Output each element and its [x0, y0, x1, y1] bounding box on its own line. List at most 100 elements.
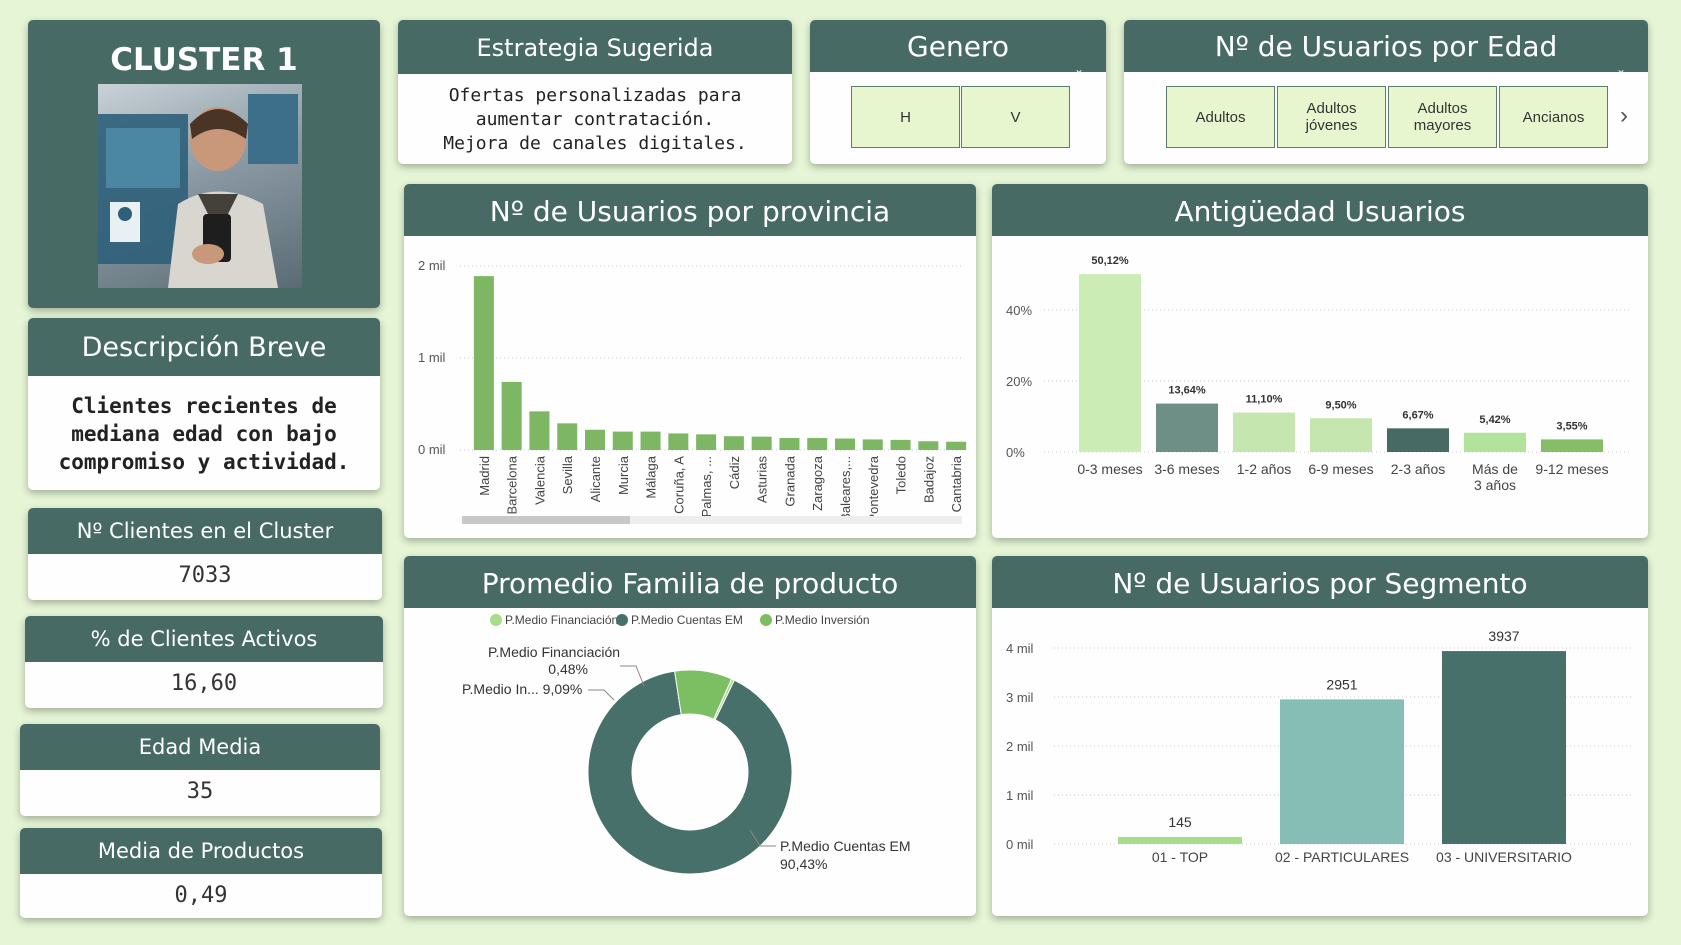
data-label: 13,64%	[1168, 385, 1206, 397]
description-title: Descripción Breve	[28, 318, 380, 376]
familia-producto-card: Promedio Familia de producto P.Medio Fin…	[404, 556, 976, 916]
bar	[585, 429, 605, 450]
bar	[918, 441, 939, 450]
provincia-chart-card: Nº de Usuarios por provincia 2 mil 1 mil 0…	[404, 184, 976, 538]
legend-label: P.Medio Financiación	[505, 613, 618, 627]
y-tick-label: 0%	[1006, 445, 1025, 460]
bar	[640, 431, 661, 450]
kpi-clientes-activos: % de Clientes Activos 16,60	[25, 616, 383, 708]
genero-option-h[interactable]: H	[851, 86, 960, 148]
legend-marker	[490, 614, 502, 626]
x-tick-label: Málaga	[644, 455, 659, 498]
bar	[557, 423, 578, 450]
kpi-label: % de Clientes Activos	[25, 616, 383, 662]
description-line: Clientes recientes de	[71, 394, 337, 418]
x-tick-label: Baleares,...	[838, 456, 853, 522]
bar	[1233, 412, 1295, 452]
bar	[890, 439, 911, 450]
x-tick-label: 2-3 años	[1391, 461, 1445, 477]
y-tick-label: 2 mil	[1006, 739, 1034, 754]
edad-slicer: Nº de Usuarios por Edad ⌄ Adultos Adulto…	[1124, 20, 1648, 164]
description-text: Clientes recientes de mediana edad con b…	[28, 392, 380, 476]
x-tick-label: Asturias	[755, 456, 770, 503]
kpi-value: 7033	[178, 563, 232, 588]
kpi-label: Media de Productos	[20, 828, 382, 874]
cluster-card: CLUSTER 1	[28, 20, 380, 308]
bar	[1387, 428, 1449, 452]
bar	[723, 436, 744, 450]
bar	[473, 276, 494, 450]
data-label: 11,10%	[1246, 394, 1283, 406]
bar	[1464, 432, 1526, 452]
bar	[807, 438, 828, 450]
bar	[696, 434, 717, 450]
segmento-bar-chart: 4 mil 3 mil 2 mil 1 mil 0 mil 145 01 - TOP 2951…	[1006, 628, 1634, 865]
horizontal-scrollbar[interactable]	[462, 516, 962, 524]
edad-option-adultos-mayores[interactable]: Adultos mayores	[1388, 86, 1497, 148]
y-tick-label: 3 mil	[1006, 690, 1034, 705]
y-tick-label: 2 mil	[418, 258, 446, 273]
person-with-phone-icon	[98, 94, 298, 288]
x-tick-label: 9-12 meses	[1535, 461, 1608, 477]
bar	[1118, 836, 1242, 844]
strategy-card: Estrategia Sugerida Ofertas personalizad…	[398, 20, 792, 164]
strategy-line: Ofertas personalizadas para	[448, 85, 742, 106]
data-label: 2951	[1326, 676, 1357, 692]
x-tick-label: Palmas, ...	[699, 456, 714, 517]
kpi-value: 16,60	[170, 671, 238, 696]
data-label: 3937	[1488, 628, 1519, 644]
scrollbar-thumb[interactable]	[462, 516, 630, 524]
legend-marker	[616, 614, 628, 626]
chevron-down-icon[interactable]: ⌄	[1074, 62, 1084, 76]
edad-option-adultos[interactable]: Adultos	[1166, 86, 1275, 148]
edad-option-ancianos[interactable]: Ancianos	[1499, 86, 1608, 148]
strategy-text: Ofertas personalizadas para aumentar con…	[398, 84, 792, 156]
bar	[1442, 651, 1566, 844]
edad-slicer-title: Nº de Usuarios por Edad	[1124, 20, 1648, 72]
kpi-label: Nº Clientes en el Cluster	[28, 508, 382, 554]
x-tick-label: 3-6 meses	[1154, 461, 1219, 477]
antiguedad-bar-chart: 40% 20% 0% 50,12% 0-3 meses 13,64% 3-6 meses 11…	[1006, 255, 1632, 493]
x-tick-label: Pontevedra	[866, 455, 881, 522]
kpi-media-productos: Media de Productos 0,49	[20, 828, 382, 918]
bar	[501, 381, 522, 450]
edad-option-adultos-jovenes[interactable]: Adultos jóvenes	[1277, 86, 1386, 148]
description-line: mediana edad con bajo	[71, 422, 337, 446]
legend-label: P.Medio Inversión	[775, 613, 870, 627]
provincia-chart-title: Nº de Usuarios por provincia	[404, 184, 976, 236]
segmento-chart-title: Nº de Usuarios por Segmento	[992, 556, 1648, 608]
x-tick-label: Murcia	[616, 455, 631, 495]
bar	[1079, 274, 1141, 452]
bar	[835, 438, 855, 450]
kpi-value: 35	[186, 779, 214, 804]
x-tick-label: 1-2 años	[1237, 461, 1291, 477]
description-card: Descripción Breve Clientes recientes de …	[28, 318, 380, 490]
genero-option-v[interactable]: V	[961, 86, 1070, 148]
familia-producto-donut-chart: P.Medio Financiación P.Medio Cuentas EM P.…	[462, 613, 910, 875]
bar	[1310, 418, 1372, 452]
strategy-title: Estrategia Sugerida	[398, 20, 792, 74]
x-tick-label: Sevilla	[560, 455, 575, 494]
familia-producto-title: Promedio Familia de producto	[404, 556, 976, 608]
bar	[946, 441, 967, 450]
antiguedad-chart-title: Antigüedad Usuarios	[992, 184, 1648, 236]
legend-marker	[760, 614, 772, 626]
x-tick-label: Valencia	[532, 455, 547, 505]
x-tick-label: 3 años	[1474, 477, 1516, 493]
callout-value: 90,43%	[780, 856, 827, 872]
callout-line	[588, 689, 615, 701]
callout-label: P.Medio Financiación	[488, 644, 620, 660]
genero-slicer: Genero ⌄ H V	[810, 20, 1106, 164]
data-label: 3,55%	[1556, 420, 1587, 432]
x-tick-label: Coruña, A	[671, 456, 686, 514]
kpi-label: Edad Media	[20, 724, 380, 770]
chevron-down-icon[interactable]: ⌄	[1616, 62, 1626, 76]
data-label: 145	[1168, 814, 1192, 830]
x-tick-label: 03 - UNIVERSITARIO	[1436, 849, 1572, 865]
bar	[668, 433, 689, 450]
x-tick-label: Madrid	[477, 456, 492, 496]
chevron-right-icon[interactable]: ›	[1620, 102, 1628, 130]
x-tick-label: Barcelona	[505, 455, 520, 514]
x-tick-label: Zaragoza	[810, 455, 825, 511]
x-tick-label: Granada	[782, 455, 797, 506]
